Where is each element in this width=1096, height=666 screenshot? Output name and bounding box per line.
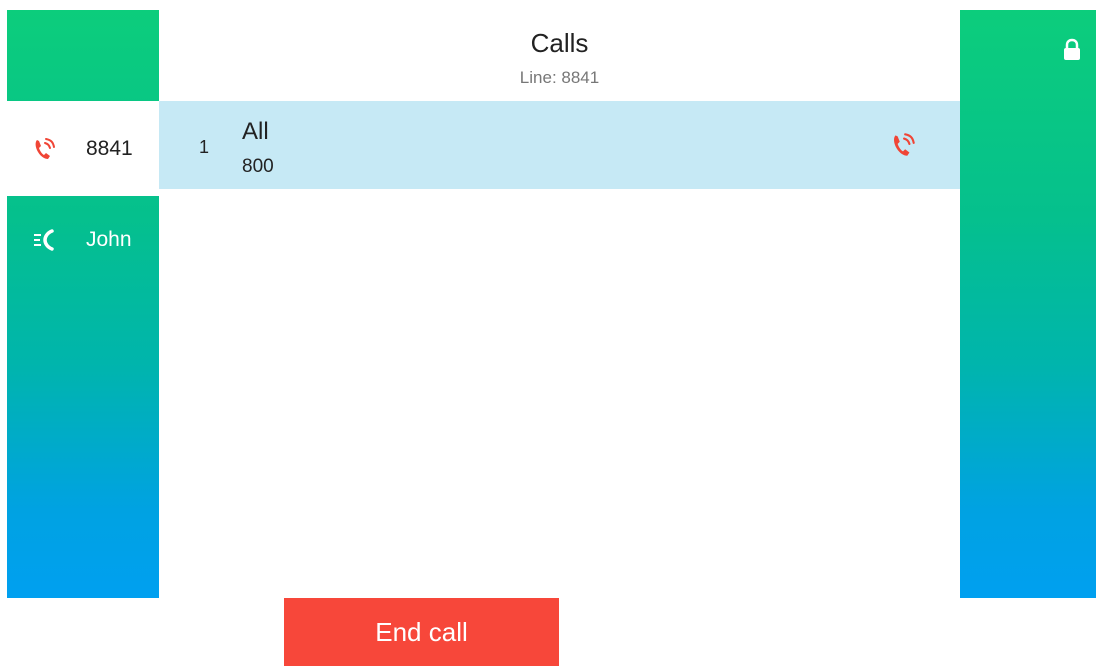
end-call-button[interactable]: End call [284,598,559,666]
ringing-phone-icon [888,130,918,160]
caller-number: 800 [242,156,274,177]
page-title: Calls [530,28,589,58]
call-index: 1 [199,137,210,157]
calls-panel: Calls Line: 8841 1 All 800 [159,10,960,598]
session-panel [960,10,1096,598]
line-key-label: 8841 [86,136,133,160]
caller-name: All [242,118,269,145]
line-panel-background [7,10,159,598]
line-key-8841[interactable]: 8841 [7,101,159,196]
call-list-icon [30,226,58,254]
lock-icon [1061,38,1083,62]
line-key-john[interactable]: John [7,200,159,280]
ringing-phone-icon [30,135,58,163]
line-subtitle: Line: 8841 [519,68,600,87]
call-row[interactable]: 1 All 800 [159,101,960,189]
line-key-label: John [86,228,132,251]
